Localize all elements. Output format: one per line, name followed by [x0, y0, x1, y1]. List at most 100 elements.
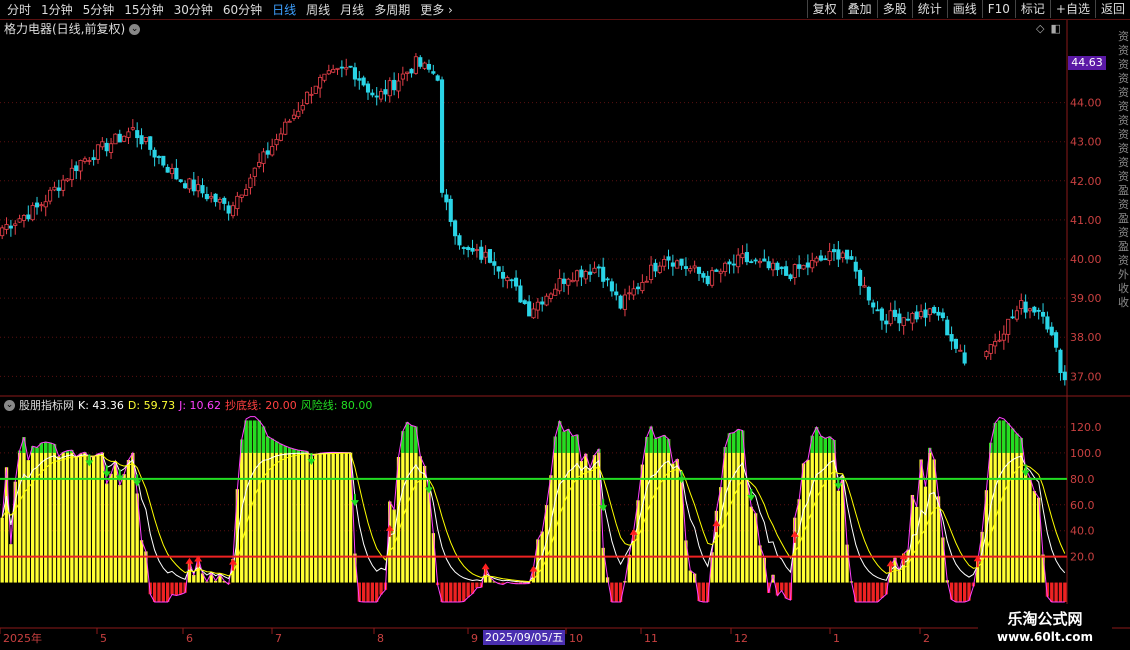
- candle-body: [100, 141, 105, 148]
- candle-body: [662, 259, 667, 267]
- price-tick-label: 37.00: [1070, 370, 1102, 383]
- candle-body: [879, 308, 884, 321]
- candle-body: [579, 269, 584, 278]
- indicator-bar: [431, 533, 435, 583]
- candle-body: [897, 313, 902, 324]
- risk-line-value: 风险线: 80.00: [300, 399, 373, 412]
- candle-body: [209, 195, 214, 199]
- candle-body: [126, 131, 131, 138]
- candle-body: [426, 63, 432, 70]
- indicator-bar: [283, 446, 287, 583]
- indicator-bar: [575, 434, 579, 583]
- watermark-url: www.60lt.com: [996, 630, 1094, 644]
- candle-body: [631, 288, 636, 296]
- candle-body: [827, 250, 832, 261]
- candle-body: [1040, 311, 1046, 317]
- candle-body: [514, 277, 519, 287]
- indicator-bar: [418, 456, 422, 583]
- indicator-bar-negative: [370, 582, 375, 602]
- candle-body: [784, 266, 789, 276]
- candle-body: [200, 185, 205, 194]
- indicator-bar-overbought: [270, 438, 274, 453]
- indicator-tick-label: 60.0: [1070, 499, 1095, 512]
- candle-body: [1045, 316, 1050, 330]
- candle-body: [1027, 308, 1033, 312]
- k-value: K: 43.36: [78, 399, 124, 412]
- indicator-bar-negative: [453, 582, 457, 602]
- indicator-bar-overbought: [253, 420, 257, 453]
- candle-body: [357, 78, 362, 81]
- indicator-bar: [749, 506, 753, 583]
- indicator-bar: [65, 450, 70, 583]
- candle-body: [1010, 316, 1015, 319]
- candle-body: [500, 271, 506, 279]
- bottom-line-value: 抄底线: 20.00: [225, 399, 297, 412]
- indicator-bar-negative: [466, 582, 470, 598]
- candle-body: [862, 285, 867, 288]
- candle-body: [601, 266, 606, 282]
- candle-body: [1062, 371, 1067, 381]
- chevron-down-icon[interactable]: ⌄: [4, 400, 15, 411]
- candle-body: [230, 205, 236, 217]
- indicator-bar-overbought: [1006, 423, 1010, 453]
- indicator-bar-overbought: [566, 429, 570, 453]
- candle-body: [257, 161, 262, 167]
- indicator-bar: [636, 500, 640, 583]
- candle-body: [932, 306, 937, 314]
- time-label: 2025年: [3, 631, 42, 645]
- indicator-bar: [322, 452, 327, 583]
- chart-canvas[interactable]: 44.00 43.00 42.00 41.00 40.00 39.00 38.00 37.00…: [0, 0, 1130, 650]
- candle-body: [270, 146, 275, 156]
- candle-body: [4, 224, 9, 230]
- candle-body: [261, 151, 266, 164]
- time-label: 9: [471, 632, 478, 645]
- indicator-bar: [118, 484, 122, 583]
- candle-body: [413, 56, 418, 74]
- candle-body: [766, 261, 771, 269]
- candle-body: [509, 279, 514, 282]
- indicator-bar: [44, 441, 48, 583]
- indicator-bar-overbought: [814, 427, 819, 453]
- indicator-bar: [91, 456, 96, 583]
- candle-body: [474, 249, 479, 251]
- candle-body: [940, 312, 945, 319]
- price-tick-label: 41.00: [1070, 214, 1102, 227]
- candle-body: [383, 89, 388, 95]
- candle-body: [213, 193, 218, 203]
- candle-body: [352, 67, 357, 80]
- candle-body: [570, 279, 575, 283]
- indicator-bar: [139, 540, 144, 583]
- candle-body: [718, 270, 723, 274]
- indicator-bar-negative: [871, 582, 875, 602]
- candle-body: [705, 275, 710, 285]
- candle-body: [48, 189, 53, 202]
- indicator-bar-negative: [449, 582, 453, 602]
- indicator-bar-overbought: [283, 446, 287, 453]
- candle-body: [997, 339, 1002, 342]
- indicator-bar-overbought: [1002, 420, 1006, 453]
- time-label: 1: [833, 632, 840, 645]
- candle-body: [905, 318, 911, 321]
- time-label: 8: [377, 632, 384, 645]
- indicator-bar-negative: [854, 582, 858, 602]
- indicator-bar: [70, 450, 74, 583]
- candle-body: [927, 308, 932, 316]
- candle-body: [174, 167, 179, 180]
- indicator-tick-label: 40.0: [1070, 525, 1095, 538]
- candle-body: [657, 265, 662, 273]
- candle-body: [688, 268, 693, 272]
- indicator-bar-negative: [880, 582, 884, 598]
- candle-body: [1023, 301, 1028, 313]
- candle-body: [840, 252, 845, 258]
- candle-body: [65, 178, 70, 182]
- candle-body: [17, 218, 22, 223]
- candle-body: [1014, 310, 1019, 320]
- candle-body: [244, 188, 249, 196]
- candle-body: [770, 262, 776, 271]
- indicator-bar-negative: [780, 582, 784, 591]
- price-tick-label: 39.00: [1070, 292, 1102, 305]
- candle-body: [483, 251, 488, 258]
- candle-body: [923, 309, 928, 318]
- indicator-bar: [266, 436, 270, 583]
- indicator-bar: [740, 430, 745, 583]
